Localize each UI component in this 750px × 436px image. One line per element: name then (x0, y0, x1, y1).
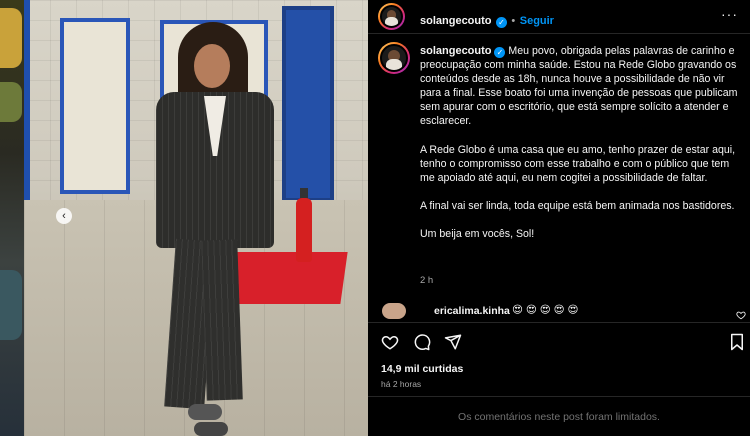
caption-paragraph: solangecouto ✓ Meu povo, obrigada pelas … (420, 44, 738, 129)
caption-paragraph: A Rede Globo é uma casa que eu amo, tenh… (420, 143, 736, 184)
caption-paragraph: Um beija em vocês, Sol! (420, 227, 535, 240)
person-leg-right (201, 239, 243, 401)
post-header: solangecouto ✓ • Seguir ··· (368, 0, 750, 34)
bookmark-icon[interactable] (728, 333, 746, 351)
fire-extinguisher (296, 198, 312, 262)
header-username[interactable]: solangecouto (420, 15, 492, 27)
post-caption: solangecouto ✓ Meu povo, obrigada pelas … (420, 44, 738, 241)
verified-icon: ✓ (494, 47, 506, 58)
more-options-icon[interactable]: ··· (721, 6, 738, 22)
backdrop-shape (0, 82, 22, 122)
commenter-avatar[interactable] (382, 303, 406, 319)
post-timestamp: há 2 horas (381, 379, 422, 389)
comment-icon[interactable] (413, 333, 431, 351)
person-face (194, 44, 230, 88)
caption-text: Meu povo, obrigada pelas palavras de car… (420, 45, 738, 128)
carousel-prev-icon[interactable]: ‹ (56, 208, 72, 224)
door-left (60, 18, 130, 194)
follow-button[interactable]: Seguir (520, 15, 554, 27)
backdrop-shape (0, 8, 22, 68)
post-photo[interactable]: ‹ (24, 0, 368, 436)
person-shoe-left (188, 404, 222, 420)
heart-icon[interactable] (381, 333, 399, 351)
comments-limited-notice: Os comentários neste post foram limitado… (368, 396, 750, 436)
comment-row: ericalima.kinha 😍 😍 😍 😍 😍 (382, 303, 742, 321)
backdrop-image-strip (0, 0, 24, 436)
likes-count[interactable]: 14,9 mil curtidas (381, 363, 463, 375)
door-blue (282, 6, 334, 202)
backdrop-shape (0, 270, 22, 340)
separator-dot: • (511, 15, 516, 27)
comment-text: 😍 😍 😍 😍 😍 (512, 304, 579, 316)
caption-timestamp: 2 h (420, 275, 434, 286)
caption-username[interactable]: solangecouto (420, 45, 492, 57)
caption-avatar[interactable] (378, 42, 410, 74)
caption-paragraph: A final vai ser linda, toda equipe está … (420, 199, 735, 212)
person-shoe-right (194, 422, 228, 436)
verified-icon: ✓ (495, 17, 507, 28)
avatar[interactable] (378, 3, 405, 30)
commenter-username[interactable]: ericalima.kinha (434, 305, 510, 317)
comment-like-heart-icon[interactable] (736, 310, 746, 320)
share-icon[interactable] (444, 333, 462, 351)
wall-strip (24, 0, 30, 230)
post-side-panel: solangecouto ✓ • Seguir ··· solangecouto… (368, 0, 750, 436)
